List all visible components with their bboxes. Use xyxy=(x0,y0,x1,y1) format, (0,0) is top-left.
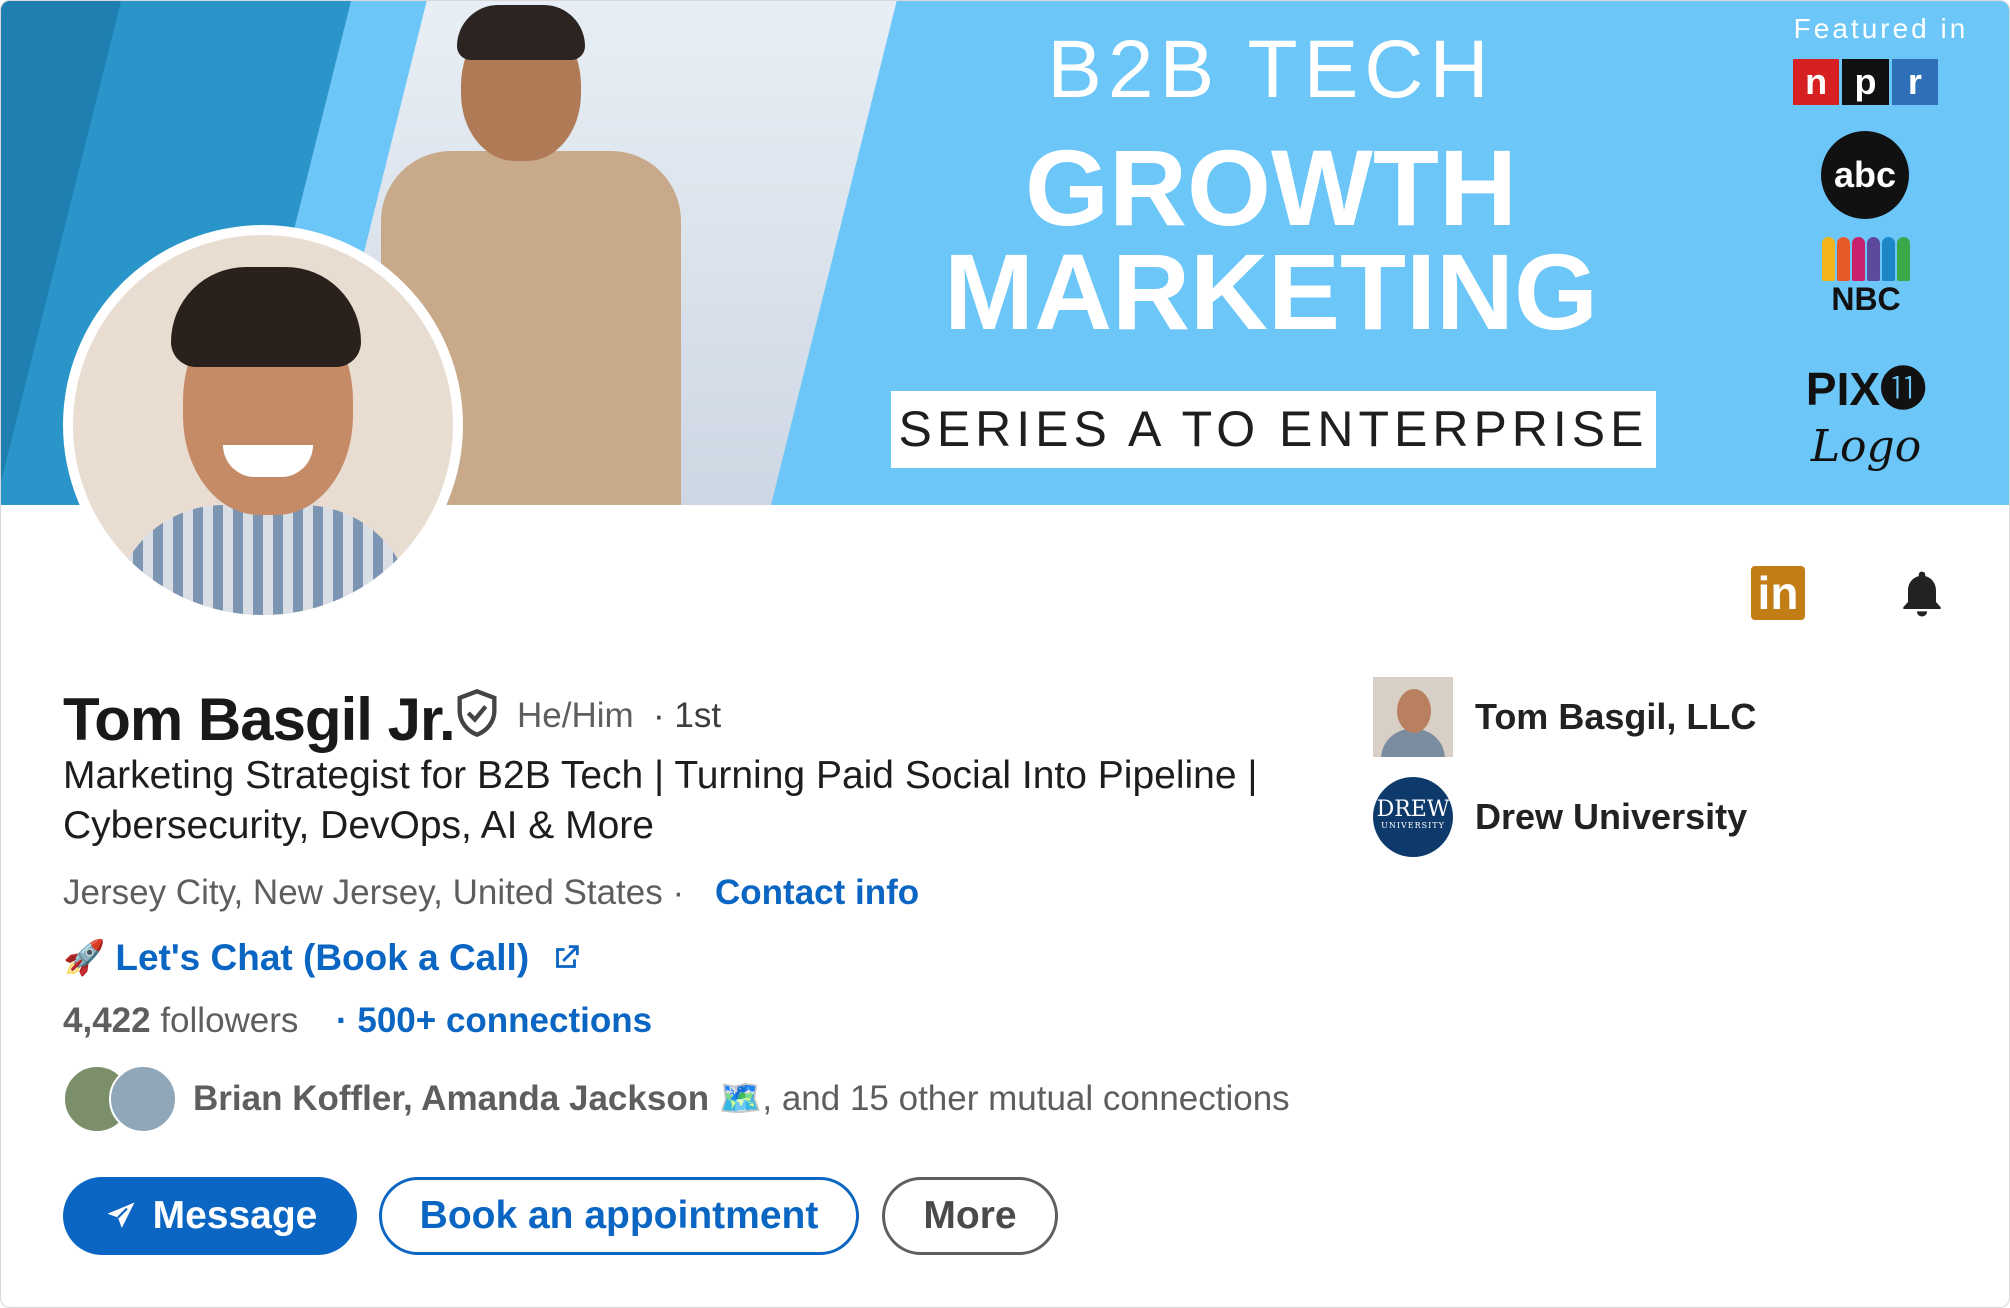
avatar-photo xyxy=(73,235,453,615)
current-company[interactable]: Tom Basgil, LLC xyxy=(1373,677,1756,757)
message-button-label: Message xyxy=(152,1194,318,1237)
school-logo-subtext: UNIVERSITY xyxy=(1381,821,1445,830)
mutual-connection-rest: , and 15 other mutual connections xyxy=(762,1079,1290,1118)
nbc-label: NBC xyxy=(1831,281,1901,317)
mutual-connections[interactable]: Brian Koffler, Amanda Jackson 🗺️, and 15… xyxy=(193,1078,1290,1119)
banner-series-label: SERIES A TO ENTERPRISE xyxy=(891,391,1656,468)
bell-icon[interactable] xyxy=(1894,567,1950,623)
contact-info-link[interactable]: Contact info xyxy=(715,873,919,913)
npr-letter: r xyxy=(1891,59,1938,105)
connection-degree: · 1st xyxy=(653,696,722,735)
banner-line-3: MARKETING xyxy=(944,231,1598,352)
company-name: Tom Basgil, LLC xyxy=(1475,696,1757,737)
company-logo xyxy=(1373,677,1453,757)
npr-letter: p xyxy=(1842,59,1889,105)
npr-logo: n p r xyxy=(1793,59,1938,105)
school-name: Drew University xyxy=(1475,796,1748,837)
profile-avatar[interactable] xyxy=(63,225,463,625)
banner-line-2-3: GROWTH MARKETING xyxy=(901,127,1641,352)
mutual-connection-avatars[interactable] xyxy=(63,1065,183,1133)
pix11-logo: PIX⓫ xyxy=(1805,363,1927,415)
send-icon xyxy=(107,1202,135,1228)
more-button[interactable]: More xyxy=(882,1177,1058,1255)
followers-label: followers xyxy=(160,1001,299,1040)
banner-line-1: B2B TECH xyxy=(1047,24,1495,115)
education[interactable]: DREW UNIVERSITY Drew University xyxy=(1373,777,1747,857)
pronouns: He/Him xyxy=(517,696,634,735)
logo-signature: Logo xyxy=(1810,421,1922,472)
banner-line-2: GROWTH xyxy=(1025,127,1517,248)
school-logo-text: DREW xyxy=(1376,797,1450,822)
profile-name: Tom Basgil Jr. xyxy=(63,686,456,753)
nbc-logo: NBC xyxy=(1811,237,1921,318)
school-logo: DREW UNIVERSITY xyxy=(1373,777,1453,857)
npr-letter: n xyxy=(1793,59,1840,105)
abc-logo: abc xyxy=(1821,131,1909,219)
press-logos: n p r abc NBC PIX⓫ Logo xyxy=(1751,1,1981,505)
book-appointment-button[interactable]: Book an appointment xyxy=(379,1177,859,1255)
followers-number: 4,422 xyxy=(63,1001,151,1040)
profile-card: B2B TECH GROWTH MARKETING SERIES A TO EN… xyxy=(0,0,2010,1308)
connections-link[interactable]: · 500+ connections xyxy=(336,1001,652,1041)
profile-location: Jersey City, New Jersey, United States · xyxy=(63,873,685,912)
nbc-peacock-icon xyxy=(1811,237,1921,281)
book-appointment-label: Book an appointment xyxy=(419,1194,819,1237)
profile-headline: Marketing Strategist for B2B Tech | Turn… xyxy=(63,754,1258,847)
avatar xyxy=(109,1065,177,1133)
rocket-icon: 🚀 xyxy=(63,939,106,977)
message-button[interactable]: Message xyxy=(63,1177,357,1255)
book-a-call-link[interactable]: 🚀 Let's Chat (Book a Call) xyxy=(63,937,583,979)
mutual-connection-names: Brian Koffler, Amanda Jackson 🗺️ xyxy=(193,1079,763,1118)
verified-shield-icon[interactable] xyxy=(451,685,503,741)
external-link-icon xyxy=(556,945,579,968)
presenter-hair xyxy=(457,5,585,60)
linkedin-icon[interactable]: in xyxy=(1751,566,1805,620)
book-a-call-label: Let's Chat (Book a Call) xyxy=(115,937,530,978)
followers-count: 4,422 followers xyxy=(63,1001,298,1041)
more-button-label: More xyxy=(923,1194,1017,1237)
